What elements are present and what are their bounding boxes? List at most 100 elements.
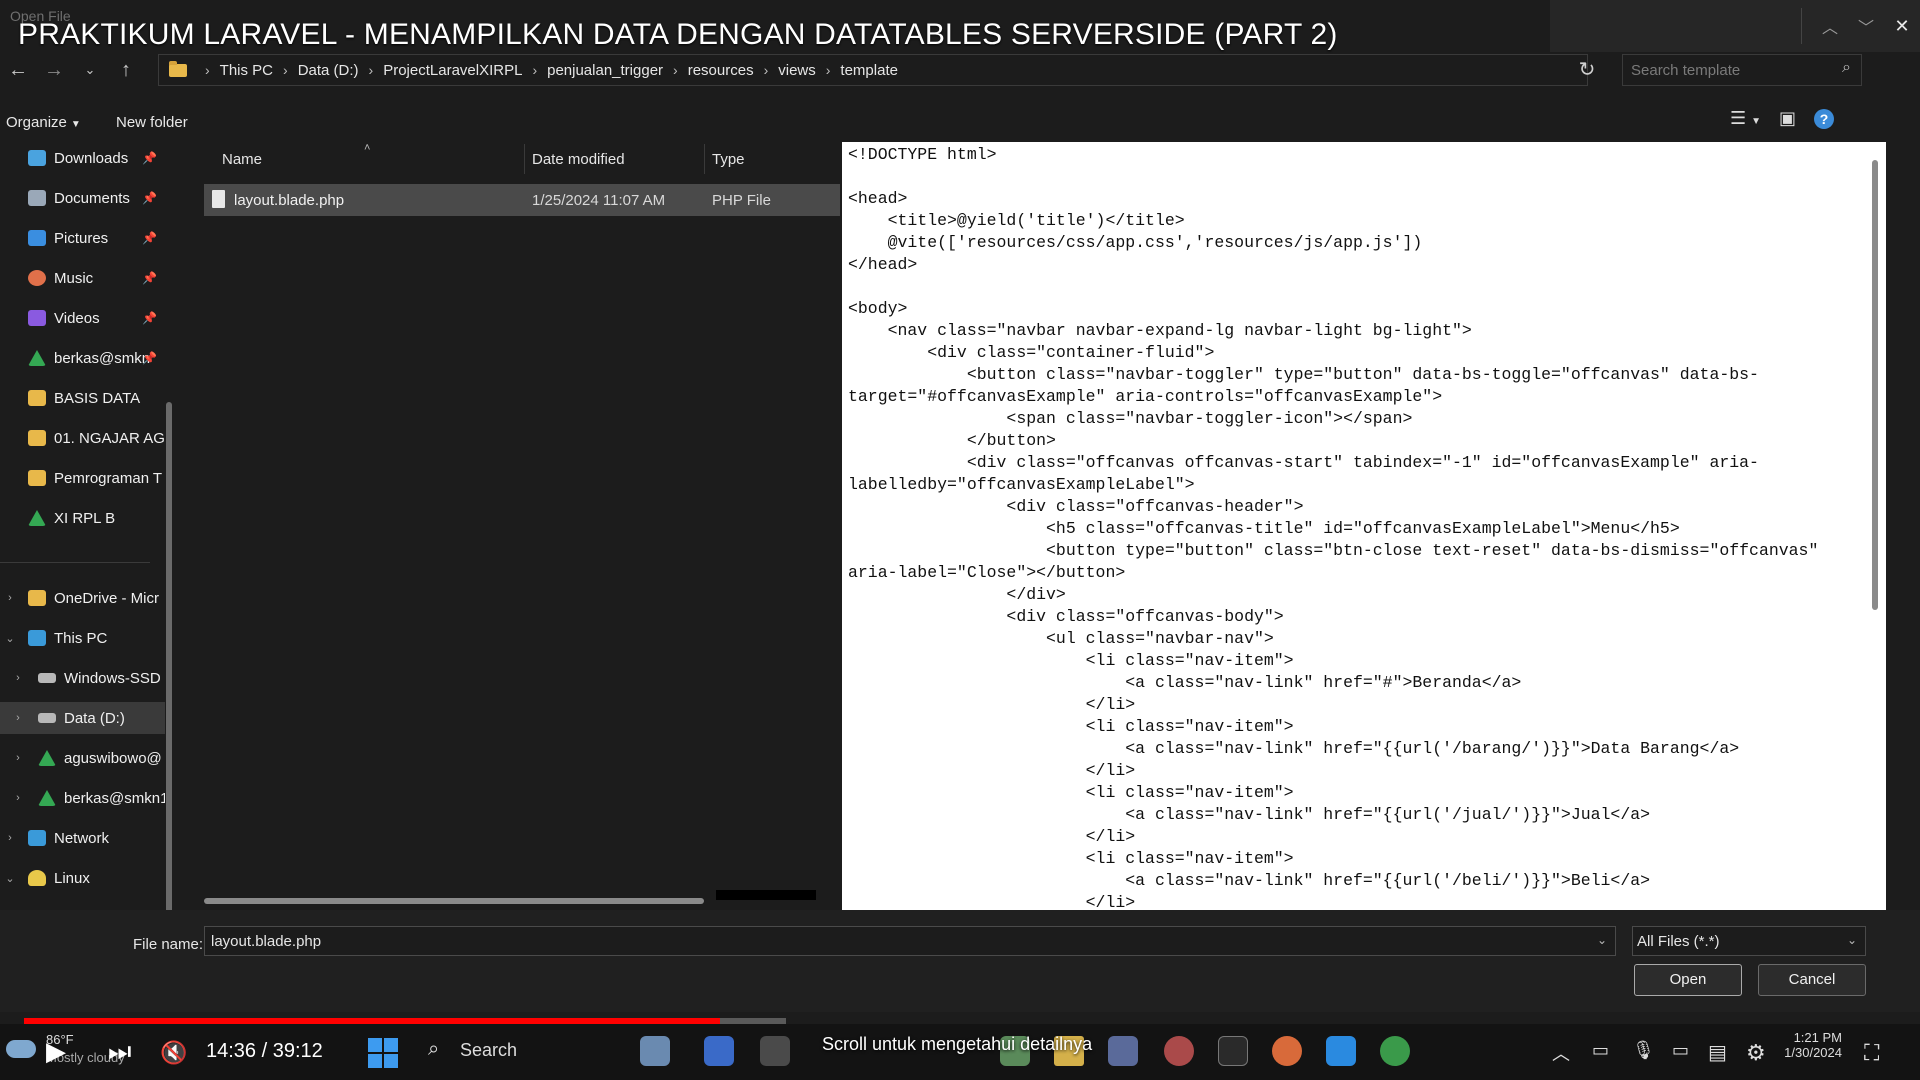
breadcrumb-project[interactable]: ProjectLaravelXIRPL: [383, 62, 522, 79]
system-clock[interactable]: 1:21 PM 1/30/2024: [1780, 1030, 1842, 1060]
chevron-right-icon[interactable]: ›: [10, 752, 26, 764]
sidebar-scrollbar[interactable]: [166, 402, 172, 972]
sidebar-item-berkas-smkn1[interactable]: › berkas@smkn1: [0, 782, 165, 814]
sidebar-item-berkas-smkn[interactable]: berkas@smkn 📌: [0, 342, 165, 374]
settings-gear-icon[interactable]: ⚙: [1746, 1040, 1766, 1066]
back-icon[interactable]: ←: [0, 59, 36, 82]
sidebar-item-linux[interactable]: ⌄ Linux: [0, 862, 165, 894]
sidebar-item-this-pc[interactable]: ⌄ This PC: [0, 622, 165, 654]
captions-icon[interactable]: ▤: [1708, 1040, 1727, 1065]
file-name-combobox[interactable]: ⌄: [204, 926, 1616, 956]
organize-button[interactable]: Organize ▼: [6, 114, 81, 131]
scroll-down-icon[interactable]: ﹀: [1848, 14, 1884, 38]
sidebar-item-network[interactable]: › Network: [0, 822, 165, 854]
sidebar-item-downloads[interactable]: Downloads 📌: [0, 142, 165, 174]
document-icon: [28, 190, 46, 206]
sidebar-item-pictures[interactable]: Pictures 📌: [0, 222, 165, 254]
play-icon[interactable]: ▶: [46, 1036, 66, 1067]
sidebar-item-documents[interactable]: Documents 📌: [0, 182, 165, 214]
forward-icon[interactable]: →: [36, 59, 72, 82]
pin-icon: 📌: [142, 311, 157, 325]
taskbar-app-icon[interactable]: [1108, 1036, 1138, 1066]
search-input[interactable]: [1623, 55, 1823, 85]
sidebar-item-ngajar[interactable]: 01. NGAJAR AGU: [0, 422, 165, 454]
taskbar-search[interactable]: ⌕ Search: [420, 1032, 620, 1068]
breadcrumb-penjualan-trigger[interactable]: penjualan_trigger: [547, 62, 663, 79]
breadcrumb-data-d[interactable]: Data (D:): [298, 62, 359, 79]
taskbar-search-label: Search: [460, 1040, 518, 1060]
breadcrumb-template[interactable]: template: [840, 62, 898, 79]
new-folder-button[interactable]: New folder: [116, 114, 188, 131]
refresh-icon[interactable]: ↻: [1570, 52, 1604, 88]
chevron-right-icon[interactable]: ›: [10, 672, 26, 684]
fullscreen-icon[interactable]: ⛶: [1864, 1040, 1879, 1066]
network-icon: [28, 830, 46, 846]
breadcrumb-separator: ›: [763, 62, 769, 78]
breadcrumb-separator: ›: [205, 62, 210, 78]
next-icon[interactable]: ⏭: [108, 1036, 131, 1068]
view-options-icon[interactable]: ☰ ▼: [1730, 108, 1761, 129]
file-type-filter[interactable]: All Files (*.*) ⌄: [1632, 926, 1866, 956]
search-box[interactable]: ⌕: [1622, 54, 1862, 86]
sidebar-item-windows-ssd[interactable]: › Windows-SSD: [0, 662, 165, 694]
preview-scrollbar[interactable]: [1872, 160, 1878, 610]
chevron-down-icon[interactable]: ⌄: [2, 632, 18, 645]
column-separator[interactable]: [704, 144, 705, 174]
command-bar: Organize ▼ New folder: [0, 104, 1920, 140]
recent-locations-icon[interactable]: ⌄: [72, 62, 108, 78]
breadcrumb-separator: ›: [283, 62, 288, 78]
horizontal-scrollbar[interactable]: [204, 898, 704, 904]
cancel-button[interactable]: Cancel: [1758, 964, 1866, 996]
chrome-dev-icon[interactable]: [1272, 1036, 1302, 1066]
open-button[interactable]: Open: [1634, 964, 1742, 996]
scroll-up-icon[interactable]: ︿: [1812, 14, 1848, 38]
drive-icon: [38, 713, 56, 723]
google-drive-icon: [28, 350, 46, 366]
cast-icon[interactable]: ▭: [1672, 1040, 1689, 1061]
microphone-icon[interactable]: 🎙: [1632, 1040, 1655, 1061]
google-drive-icon: [38, 790, 56, 806]
sidebar-item-xi-rpl-b[interactable]: XI RPL B: [0, 502, 165, 534]
vscode-icon[interactable]: [1326, 1036, 1356, 1066]
column-separator[interactable]: [524, 144, 525, 174]
chevron-right-icon[interactable]: ›: [2, 592, 18, 604]
breadcrumb-this-pc[interactable]: This PC: [220, 62, 273, 79]
sort-ascending-icon: ˄: [364, 142, 371, 154]
sidebar-item-videos[interactable]: Videos 📌: [0, 302, 165, 334]
up-folder-icon[interactable]: ↑: [108, 59, 144, 82]
chevron-down-icon[interactable]: ⌄: [2, 872, 18, 885]
sidebar-item-onedrive[interactable]: › OneDrive - Micr: [0, 582, 165, 614]
mute-icon[interactable]: 🔇: [160, 1040, 187, 1066]
column-header-date-modified[interactable]: Date modified: [532, 142, 625, 176]
help-icon[interactable]: ?: [1814, 108, 1835, 129]
taskbar-app-icon[interactable]: [1164, 1036, 1194, 1066]
file-name-input[interactable]: [205, 927, 1575, 955]
caret-down-icon: ▼: [70, 119, 81, 130]
breadcrumb-views[interactable]: views: [778, 62, 816, 79]
google-drive-icon: [38, 750, 56, 766]
column-header-name[interactable]: Name: [222, 142, 262, 176]
taskbar-app-widgets-icon[interactable]: [640, 1036, 670, 1066]
preview-pane-icon[interactable]: ▣: [1779, 108, 1796, 129]
chevron-right-icon[interactable]: ›: [10, 792, 26, 804]
close-icon[interactable]: ✕: [1884, 16, 1920, 37]
taskbar-app-copilot-icon[interactable]: [704, 1036, 734, 1066]
sidebar-item-aguswibowo[interactable]: › aguswibowo@: [0, 742, 165, 774]
file-row[interactable]: layout.blade.php 1/25/2024 11:07 AM PHP …: [204, 184, 840, 216]
show-hidden-icons-icon[interactable]: ︿: [1552, 1040, 1570, 1066]
network-tray-icon[interactable]: ▭: [1592, 1040, 1609, 1061]
breadcrumb-resources[interactable]: resources: [688, 62, 754, 79]
sidebar-item-music[interactable]: Music 📌: [0, 262, 165, 294]
chevron-right-icon[interactable]: ›: [2, 832, 18, 844]
windows-start-icon[interactable]: [368, 1038, 398, 1068]
taskbar-app-task-view-icon[interactable]: [760, 1036, 790, 1066]
column-header-type[interactable]: Type: [712, 142, 745, 176]
chrome-icon[interactable]: [1380, 1036, 1410, 1066]
chevron-down-icon[interactable]: ⌄: [1597, 933, 1607, 947]
terminal-icon[interactable]: [1218, 1036, 1248, 1066]
address-bar[interactable]: › This PC › Data (D:) › ProjectLaravelXI…: [158, 54, 1708, 86]
sidebar-item-pemrograman[interactable]: Pemrograman T: [0, 462, 165, 494]
sidebar-item-data-d[interactable]: › Data (D:): [0, 702, 165, 734]
chevron-right-icon[interactable]: ›: [10, 712, 26, 724]
sidebar-item-basis-data[interactable]: BASIS DATA: [0, 382, 165, 414]
